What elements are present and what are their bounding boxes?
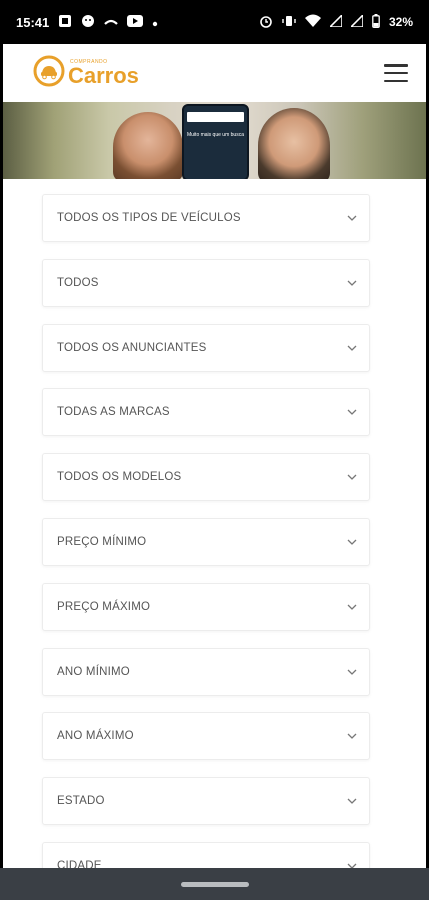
notification-app-icon xyxy=(58,14,72,31)
status-bar: 15:41 32% xyxy=(0,0,429,44)
status-right: 32% xyxy=(259,12,413,31)
missed-call-icon xyxy=(104,15,119,30)
wifi-icon xyxy=(304,14,321,30)
filter-state[interactable]: ESTADO xyxy=(42,777,370,826)
vibrate-icon xyxy=(282,14,296,31)
logo[interactable]: COMPRANDO Carros xyxy=(33,55,139,92)
banner-phone-text: Muito mais que um busca xyxy=(187,132,244,138)
banner-person-man xyxy=(258,108,330,179)
chevron-down-icon xyxy=(347,667,357,677)
filter-models[interactable]: TODOS OS MODELOS xyxy=(42,453,370,502)
menu-line-bottom xyxy=(384,79,408,82)
filter-min-price[interactable]: PREÇO MÍNIMO xyxy=(42,517,370,566)
chevron-down-icon xyxy=(347,213,357,223)
filter-label: PREÇO MÁXIMO xyxy=(57,600,151,613)
chevron-down-icon xyxy=(347,731,357,741)
banner-phone-header xyxy=(187,112,244,122)
status-time: 15:41 xyxy=(16,14,50,30)
filter-label: TODOS xyxy=(57,276,99,289)
chevron-down-icon xyxy=(347,343,357,353)
banner-phone-image: Muito mais que um busca xyxy=(182,104,249,179)
chevron-down-icon xyxy=(347,407,357,417)
filter-vehicle-type[interactable]: TODOS OS TIPOS DE VEÍCULOS xyxy=(42,194,370,242)
filter-label: TODOS OS MODELOS xyxy=(57,471,182,484)
banner-person-woman xyxy=(113,112,183,179)
menu-line-top xyxy=(384,64,408,67)
filter-city[interactable]: CIDADE xyxy=(42,841,370,868)
youtube-icon xyxy=(127,14,144,30)
app-header: COMPRANDO Carros xyxy=(3,44,426,102)
hamburger-menu-icon[interactable] xyxy=(384,64,408,82)
filter-brands[interactable]: TODAS AS MARCAS xyxy=(42,388,370,437)
alarm-icon xyxy=(259,14,273,31)
chevron-down-icon xyxy=(347,278,357,288)
filter-label: TODOS OS TIPOS DE VEÍCULOS xyxy=(57,212,241,224)
filter-max-year[interactable]: ANO MÁXIMO xyxy=(42,712,370,761)
logo-brand-text: Carros xyxy=(68,62,139,88)
system-navigation-bar xyxy=(0,868,429,900)
face-icon xyxy=(81,14,95,31)
filter-max-price[interactable]: PREÇO MÁXIMO xyxy=(42,582,370,631)
battery-percent: 32% xyxy=(388,15,413,29)
hero-banner: Muito mais que um busca xyxy=(3,102,426,179)
search-filters: TODOS OS TIPOS DE VEÍCULOS TODOS TODOS O… xyxy=(3,179,426,868)
logo-icon xyxy=(33,55,65,92)
filter-label: ESTADO xyxy=(57,795,105,808)
filter-label: TODAS AS MARCAS xyxy=(57,406,170,419)
filter-condition[interactable]: TODOS xyxy=(42,258,370,307)
battery-icon xyxy=(372,13,380,31)
more-dot-icon xyxy=(152,15,158,30)
status-left: 15:41 xyxy=(16,14,158,31)
home-gesture-handle[interactable] xyxy=(180,881,249,887)
filter-label: PREÇO MÍNIMO xyxy=(57,535,147,548)
signal-icon xyxy=(328,12,343,30)
chevron-down-icon xyxy=(347,602,357,612)
logo-text: COMPRANDO Carros xyxy=(68,59,139,88)
filter-label: TODOS OS ANUNCIANTES xyxy=(57,341,207,354)
chevron-down-icon xyxy=(347,796,357,806)
filter-advertisers[interactable]: TODOS OS ANUNCIANTES xyxy=(42,323,370,372)
filter-label: CIDADE xyxy=(57,859,102,868)
signal-2-icon xyxy=(349,12,364,30)
filter-label: ANO MÁXIMO xyxy=(57,730,134,743)
chevron-down-icon xyxy=(347,472,357,482)
filter-min-year[interactable]: ANO MÍNIMO xyxy=(42,647,370,696)
chevron-down-icon xyxy=(347,861,357,868)
filter-label: ANO MÍNIMO xyxy=(57,665,130,678)
chevron-down-icon xyxy=(347,537,357,547)
menu-line-middle xyxy=(384,71,408,75)
app-screen: COMPRANDO Carros Muito mais que um busca… xyxy=(3,44,426,868)
